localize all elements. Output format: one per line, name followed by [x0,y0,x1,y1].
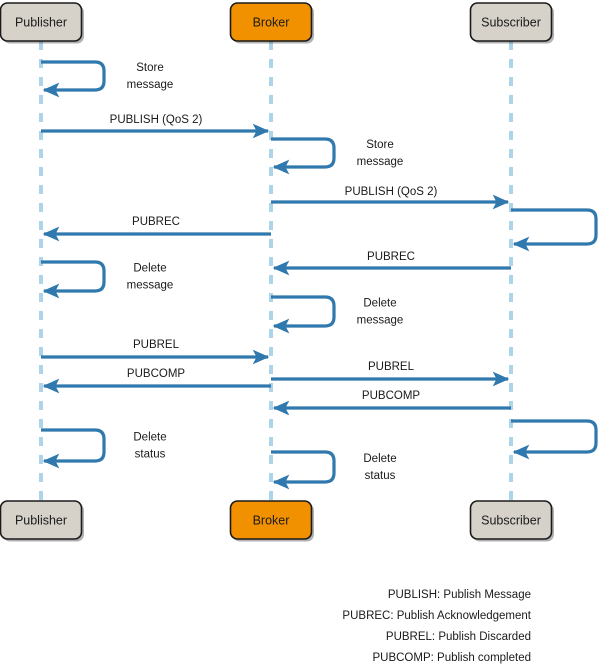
self-message-label-line2: status [135,449,166,461]
self-loop-shaft [271,137,336,175]
message-label: PUBREL [368,361,415,373]
self-loop-shaft [41,428,106,469]
self-message-label-line2: message [127,280,174,292]
message-arrow-pubcomp: PUBCOMP [272,390,511,416]
self-message-label-line1: Delete [363,453,396,465]
self-message-publisher-store-message: Store message [41,60,174,98]
self-loop-shaft [271,295,336,334]
legend-entry: PUBREC: Publish Acknowledgement [342,610,531,622]
actor-box-subscriber-bottom[interactable]: Subscriber [469,500,555,542]
self-message-broker-delete-status: Delete status [271,450,397,490]
self-message-label-line2: message [357,315,404,327]
self-loop-shaft [511,419,598,460]
actor-box-publisher-top[interactable]: Publisher [0,2,85,44]
actor-label-publisher: Publisher [15,15,67,29]
message-label: PUBCOMP [127,368,185,380]
self-message-label-line1: Store [136,62,164,74]
self-message-broker-store-message: Store message [271,137,404,175]
message-arrow-pubrel: PUBREL [41,339,270,365]
actor-box-broker-top[interactable]: Broker [229,2,315,44]
self-message-subscriber-store-message: Storemessage [511,208,598,252]
actor-label-subscriber: Subscriber [481,513,541,527]
message-label: PUBREC [132,216,180,228]
actor-box-broker-bottom[interactable]: Broker [229,500,315,542]
legend: PUBLISH: Publish Message PUBREC: Publish … [342,589,531,664]
legend-entry: PUBREL: Publish Discarded [386,631,531,643]
actor-label-publisher: Publisher [15,513,67,527]
message-label: PUBREL [133,339,180,351]
self-message-label-line2: message [127,79,174,91]
legend-entry: PUBCOMP: Publish completed [372,652,531,664]
message-arrow-pubrec: PUBREC [42,216,271,242]
self-message-label-line1: Delete [133,432,166,444]
actor-box-subscriber-top[interactable]: Subscriber [469,2,555,44]
sequence-diagram-canvas: Store message PUBLISH (QoS 2) Store message P… [0,2,598,664]
self-loop-shaft [41,260,106,299]
self-message-label-line1: Store [366,139,394,151]
actor-box-publisher-bottom[interactable]: Publisher [0,500,85,542]
self-message-subscriber-notify-message: Notifymessage [511,419,598,460]
message-arrow-pubrel: PUBREL [271,361,510,387]
message-label: PUBREC [367,251,415,263]
self-message-label-line2: message [357,156,404,168]
actor-label-subscriber: Subscriber [481,15,541,29]
self-message-publisher-delete-status: Delete status [41,428,167,469]
lifelines-layer [39,41,513,501]
self-message-publisher-delete-message: Delete message [41,260,174,299]
self-message-label-line1: Delete [133,263,166,275]
message-label: PUBLISH (QoS 2) [110,114,203,126]
message-label: PUBLISH (QoS 2) [345,186,438,198]
self-message-label-line2: status [365,470,396,482]
message-arrow-publish-qos-2-: PUBLISH (QoS 2) [41,114,270,139]
message-arrow-pubcomp: PUBCOMP [42,368,271,394]
legend-entry: PUBLISH: Publish Message [388,589,531,601]
self-loop-shaft [41,60,106,98]
self-message-label-line1: Delete [363,298,396,310]
message-arrow-publish-qos-2-: PUBLISH (QoS 2) [271,186,510,210]
message-arrow-pubrec: PUBREC [272,251,511,276]
actor-label-broker: Broker [253,513,290,527]
actor-label-broker: Broker [253,15,290,29]
self-loop-shaft [271,450,336,490]
messages-layer: Store message PUBLISH (QoS 2) Store message P… [41,60,598,490]
sequence-diagram: Store message PUBLISH (QoS 2) Store message P… [0,0,602,672]
self-message-broker-delete-message: Delete message [271,295,404,334]
self-loop-shaft [511,208,598,252]
message-label: PUBCOMP [362,390,420,402]
